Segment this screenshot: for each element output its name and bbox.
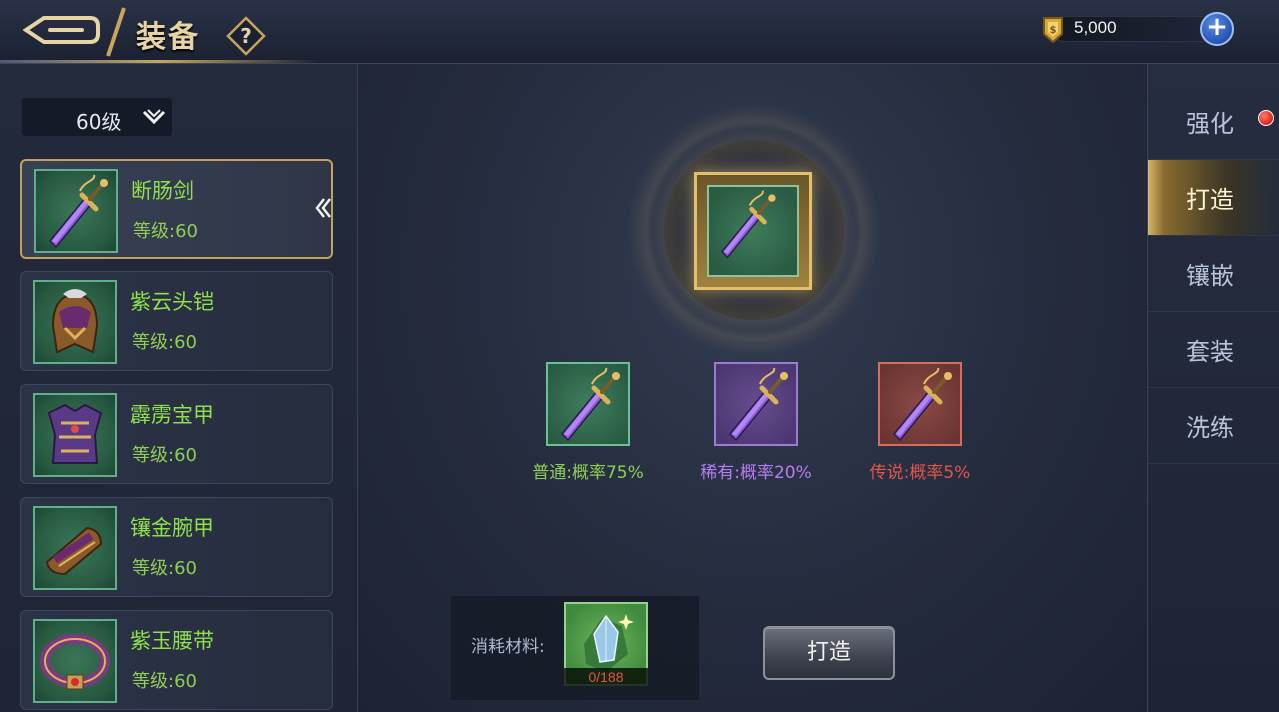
back-arrow-icon xyxy=(22,16,100,44)
equipment-name: 霹雳宝甲 xyxy=(130,403,214,427)
function-tabs: 强化 打造 镶嵌 套装 洗练 xyxy=(1147,64,1279,712)
equipment-name: 紫玉腰带 xyxy=(130,629,214,653)
forge-main-area: 普通:概率75% 稀有:概率20% 传说:概率5% 消耗材料: 0/188 打造 xyxy=(359,64,1146,712)
equipment-name: 紫云头铠 xyxy=(130,290,214,314)
legend-sword-icon xyxy=(878,362,962,446)
svg-text:$: $ xyxy=(1050,25,1057,36)
level-filter-dropdown[interactable]: 60级 xyxy=(22,98,172,136)
equipment-item[interactable]: 断肠剑 等级:60 xyxy=(20,159,333,259)
outcome-label: 普通:概率75% xyxy=(532,463,644,483)
tab-label: 洗练 xyxy=(1186,414,1234,442)
equipment-level: 等级:60 xyxy=(132,332,197,353)
tab-inlay[interactable]: 镶嵌 xyxy=(1148,236,1279,312)
tab-enhance[interactable]: 强化 xyxy=(1148,84,1279,160)
bracer-icon xyxy=(33,506,117,590)
equipment-item[interactable]: 霹雳宝甲 等级:60 xyxy=(20,384,333,484)
tab-refine[interactable]: 洗练 xyxy=(1148,388,1279,464)
material-panel: 消耗材料: 0/188 xyxy=(451,596,699,700)
equipment-level: 等级:60 xyxy=(132,671,197,692)
material-count: 0/188 xyxy=(564,668,648,686)
armor-icon xyxy=(33,393,117,477)
purple-sword-icon xyxy=(34,169,118,253)
equipment-item[interactable]: 镶金腕甲 等级:60 xyxy=(20,497,333,597)
tab-label: 套装 xyxy=(1186,338,1234,366)
help-icon[interactable]: ? xyxy=(226,16,266,56)
equipment-name: 镶金腕甲 xyxy=(130,516,214,540)
purple-sword-icon xyxy=(707,185,799,277)
gold-coin-icon: $ xyxy=(1043,17,1063,44)
equipment-level: 等级:60 xyxy=(132,445,197,466)
equipment-level: 等级:60 xyxy=(133,221,198,242)
tab-label: 打造 xyxy=(1186,186,1234,214)
material-label: 消耗材料: xyxy=(471,637,545,657)
rare-sword-icon xyxy=(714,362,798,446)
tab-set[interactable]: 套装 xyxy=(1148,312,1279,388)
notification-dot xyxy=(1258,110,1274,126)
forge-button[interactable]: 打造 xyxy=(763,626,895,680)
equipment-item[interactable]: 紫云头铠 等级:60 xyxy=(20,271,333,371)
currency-display: $ 5,000 + xyxy=(1036,12,1236,46)
page-title: 装备 xyxy=(136,20,200,55)
gold-amount: 5,000 xyxy=(1074,18,1117,37)
belt-icon xyxy=(33,619,117,703)
equipment-name: 断肠剑 xyxy=(131,179,194,203)
outcome-rare: 稀有:概率20% xyxy=(686,362,826,492)
top-bar: 装备 ? $ 5,000 + xyxy=(0,0,1279,64)
tab-label: 强化 xyxy=(1186,110,1234,138)
equipment-list-panel: 60级 断肠剑 等级:60 紫云头铠 等级:60 霹雳宝甲 等级:60 镶金腕甲… xyxy=(0,64,358,712)
equipment-item[interactable]: 紫玉腰带 等级:60 xyxy=(20,610,333,710)
helmet-icon xyxy=(33,280,117,364)
outcome-legend: 传说:概率5% xyxy=(850,362,990,492)
tab-forge[interactable]: 打造 xyxy=(1148,160,1279,236)
common-sword-icon xyxy=(546,362,630,446)
forge-target-slot[interactable] xyxy=(694,172,812,290)
outcome-label: 稀有:概率20% xyxy=(700,463,812,483)
back-button[interactable] xyxy=(14,8,106,52)
chevron-down-icon xyxy=(142,109,166,125)
title-divider xyxy=(106,7,126,57)
double-chevron-left-icon xyxy=(315,198,331,218)
outcome-label: 传说:概率5% xyxy=(869,463,971,483)
help-symbol: ? xyxy=(240,24,252,48)
level-filter-value: 60级 xyxy=(76,110,122,134)
tab-label: 镶嵌 xyxy=(1186,262,1234,290)
title-underline xyxy=(0,60,320,63)
equipment-level: 等级:60 xyxy=(132,558,197,579)
add-gold-button[interactable]: + xyxy=(1200,12,1234,46)
outcome-common: 普通:概率75% xyxy=(518,362,658,492)
